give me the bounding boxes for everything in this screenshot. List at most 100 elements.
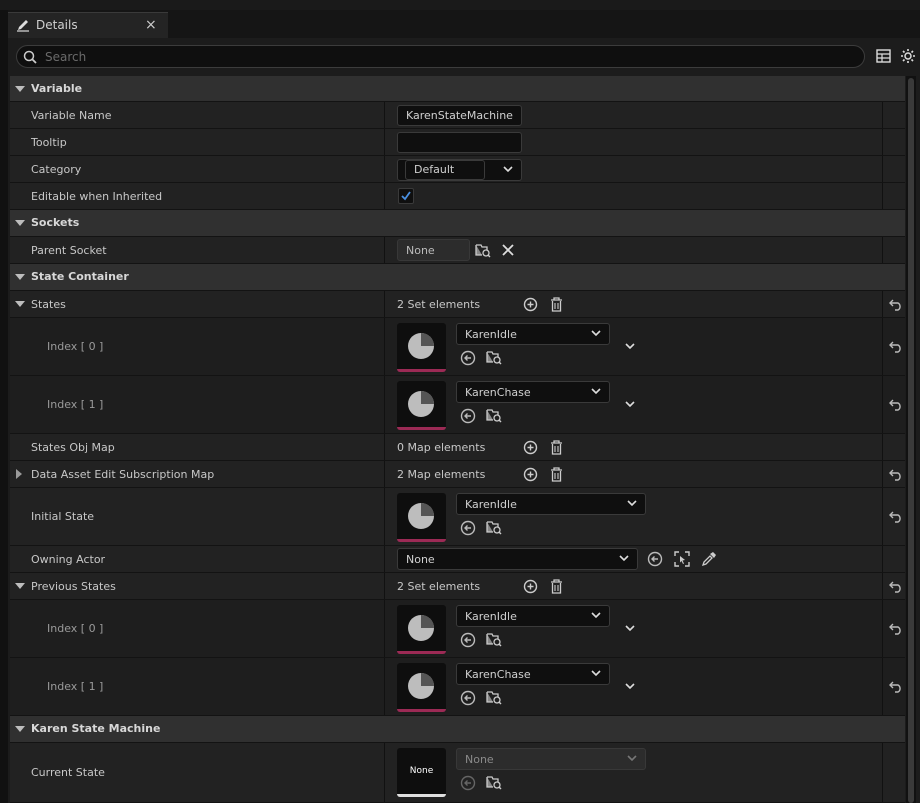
category-combo[interactable]: Default <box>397 159 522 181</box>
property-label: Current State <box>31 766 105 779</box>
check-icon <box>401 191 411 201</box>
parent-socket-value[interactable]: None <box>397 239 470 261</box>
row-owning-actor: Owning Actor None <box>10 546 905 573</box>
category-value[interactable]: Default <box>405 160 485 180</box>
browse-icon[interactable] <box>486 408 502 423</box>
editable-checkbox[interactable] <box>398 188 414 204</box>
state-asset-icon <box>408 673 434 699</box>
collapse-arrow-icon[interactable] <box>15 86 25 92</box>
combo-value: KarenIdle <box>465 498 517 511</box>
chevron-down-icon[interactable] <box>625 401 635 408</box>
close-icon[interactable]: × <box>145 17 157 33</box>
tooltip-input[interactable] <box>397 132 522 153</box>
search-input[interactable]: Search <box>16 45 865 68</box>
element-count: 2 Map elements <box>397 468 486 481</box>
asset-thumbnail[interactable] <box>397 605 446 654</box>
scrollbar-thumb[interactable] <box>908 78 914 803</box>
expand-arrow-icon[interactable] <box>16 469 22 479</box>
pencil-icon <box>17 20 29 32</box>
reset-arrow-icon[interactable] <box>889 623 903 635</box>
trash-icon[interactable] <box>550 579 563 594</box>
use-selected-icon[interactable] <box>460 520 476 536</box>
asset-thumbnail[interactable] <box>397 323 446 372</box>
expand-arrow-icon[interactable] <box>15 583 25 589</box>
chevron-down-icon <box>627 755 637 762</box>
table-icon[interactable] <box>876 49 891 63</box>
category-karen-state-machine[interactable]: Karen State Machine <box>10 716 905 743</box>
state-asset-combo[interactable]: KarenChase <box>456 381 610 403</box>
combo-value: KarenChase <box>465 668 531 681</box>
property-label: Variable Name <box>31 109 112 122</box>
use-selected-icon[interactable] <box>460 632 476 648</box>
row-editable-inherited: Editable when Inherited <box>10 183 905 210</box>
trash-icon[interactable] <box>550 467 563 482</box>
asset-thumbnail[interactable]: None <box>397 748 446 797</box>
category-label: Sockets <box>31 216 80 229</box>
browse-icon[interactable] <box>486 520 502 535</box>
reset-arrow-icon[interactable] <box>889 341 903 353</box>
state-asset-combo[interactable]: KarenIdle <box>456 323 610 345</box>
index-label: Index [ 1 ] <box>47 398 104 411</box>
browse-icon[interactable] <box>486 690 502 705</box>
row-previous-states: Previous States 2 Set elements <box>10 573 905 600</box>
state-asset-combo[interactable]: KarenIdle <box>456 605 610 627</box>
variable-name-input[interactable]: KarenStateMachine <box>397 105 522 126</box>
search-placeholder: Search <box>45 50 87 64</box>
state-asset-icon <box>408 615 434 641</box>
chevron-down-icon <box>591 670 601 677</box>
collapse-arrow-icon[interactable] <box>15 726 25 732</box>
combo-value: None <box>406 553 435 566</box>
chevron-down-icon[interactable] <box>625 683 635 690</box>
reset-arrow-icon[interactable] <box>889 399 903 411</box>
gear-icon[interactable] <box>900 48 916 64</box>
state-asset-icon <box>408 503 434 529</box>
category-variable[interactable]: Variable <box>10 76 905 102</box>
state-asset-combo[interactable]: KarenChase <box>456 663 610 685</box>
clear-icon[interactable] <box>502 244 514 256</box>
property-label: Previous States <box>31 580 116 593</box>
plus-circle-icon[interactable] <box>523 579 538 594</box>
select-actor-icon[interactable] <box>674 551 690 567</box>
picker-icon[interactable] <box>701 551 717 567</box>
plus-circle-icon[interactable] <box>523 297 538 312</box>
reset-arrow-icon[interactable] <box>889 511 903 523</box>
browse-icon[interactable] <box>486 350 502 365</box>
property-label: States Obj Map <box>31 441 115 454</box>
plus-circle-icon[interactable] <box>523 440 538 455</box>
use-selected-icon[interactable] <box>647 551 663 567</box>
state-asset-combo[interactable]: KarenIdle <box>456 493 646 515</box>
chevron-down-icon[interactable] <box>625 625 635 632</box>
owning-actor-combo[interactable]: None <box>397 548 638 570</box>
use-selected-icon[interactable] <box>460 408 476 424</box>
reset-arrow-icon[interactable] <box>889 299 903 311</box>
trash-icon[interactable] <box>550 440 563 455</box>
reset-arrow-icon[interactable] <box>889 681 903 693</box>
reset-arrow-icon[interactable] <box>889 581 903 593</box>
top-strip <box>0 0 920 10</box>
chevron-down-icon[interactable] <box>625 343 635 350</box>
browse-icon[interactable] <box>475 243 491 258</box>
plus-circle-icon[interactable] <box>523 467 538 482</box>
use-selected-icon[interactable] <box>460 350 476 366</box>
index-label: Index [ 0 ] <box>47 622 104 635</box>
expand-arrow-icon[interactable] <box>15 301 25 307</box>
reset-arrow-icon[interactable] <box>889 469 903 481</box>
browse-icon[interactable] <box>486 775 502 790</box>
use-selected-icon[interactable] <box>460 690 476 706</box>
category-state-container[interactable]: State Container <box>10 264 905 291</box>
row-category: Category Default <box>10 156 905 183</box>
asset-thumbnail[interactable] <box>397 381 446 430</box>
tab-details[interactable]: Details × <box>8 12 168 38</box>
asset-thumbnail[interactable] <box>397 663 446 712</box>
trash-icon[interactable] <box>550 297 563 312</box>
category-sockets[interactable]: Sockets <box>10 210 905 237</box>
chevron-down-icon <box>591 330 601 337</box>
collapse-arrow-icon[interactable] <box>15 274 25 280</box>
element-count: 2 Set elements <box>397 580 481 593</box>
state-asset-icon <box>408 333 434 359</box>
property-label: States <box>31 298 66 311</box>
browse-icon[interactable] <box>486 632 502 647</box>
element-count: 0 Map elements <box>397 441 486 454</box>
collapse-arrow-icon[interactable] <box>15 220 25 226</box>
asset-thumbnail[interactable] <box>397 493 446 542</box>
